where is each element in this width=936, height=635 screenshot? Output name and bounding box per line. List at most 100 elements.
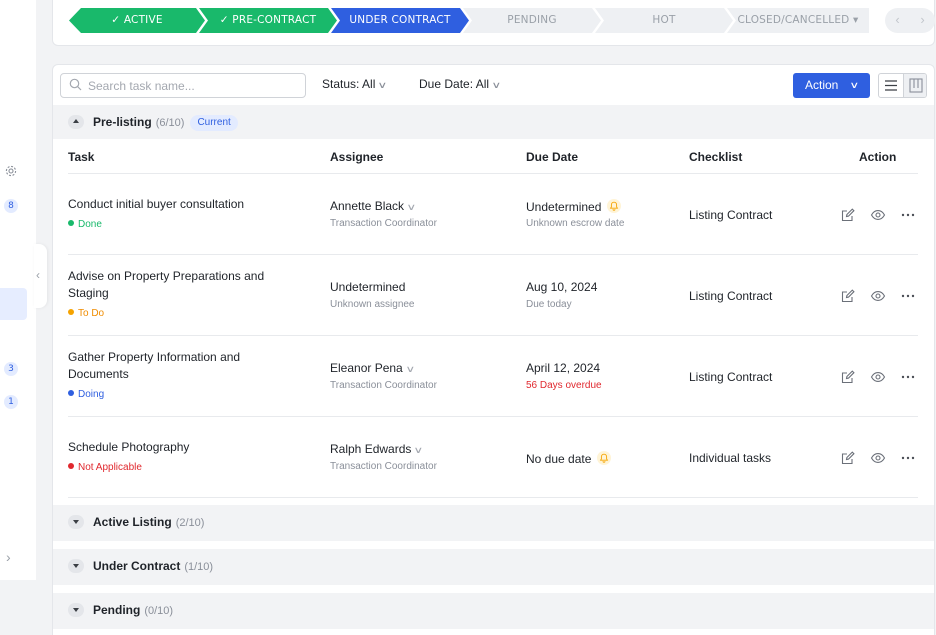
- stage-label: CLOSED/CANCELLED: [737, 14, 850, 26]
- overdue-note: 56 Days overdue: [526, 380, 602, 391]
- assignee-select[interactable]: Undetermined: [330, 280, 405, 294]
- group-title: Pre-listing (6/10) Current: [93, 115, 238, 131]
- group-name: Active Listing: [93, 515, 172, 529]
- due-date-value: April 12, 2024: [526, 361, 601, 375]
- eye-icon[interactable]: [870, 207, 886, 223]
- collapse-group-icon[interactable]: [68, 115, 84, 129]
- expand-group-icon[interactable]: [68, 603, 84, 617]
- group-header-active-listing[interactable]: Active Listing (2/10): [53, 505, 934, 541]
- status-filter[interactable]: Status: All ∨: [322, 77, 388, 91]
- current-badge: Current: [190, 115, 238, 131]
- due-date-filter[interactable]: Due Date: All ∨: [419, 77, 501, 91]
- due-filter-label: Due Date: All: [419, 77, 490, 91]
- stage-hot[interactable]: HOT: [595, 8, 733, 33]
- due-date-note: Due today: [526, 299, 572, 310]
- stage-pre-contract[interactable]: ✓ PRE-CONTRACT: [199, 8, 337, 33]
- action-button[interactable]: Action ∨: [793, 73, 870, 98]
- list-view-icon[interactable]: [879, 74, 903, 97]
- gear-icon[interactable]: [5, 165, 17, 177]
- caret-down-icon: ▾: [853, 14, 859, 26]
- checklist-name: Listing Contract: [689, 208, 773, 222]
- checklist-name: Listing Contract: [689, 370, 773, 384]
- assignee-role: Unknown assignee: [330, 299, 415, 310]
- chevron-down-icon: ∨: [377, 80, 388, 90]
- expand-group-icon[interactable]: [68, 559, 84, 573]
- more-icon[interactable]: [900, 369, 916, 385]
- due-date[interactable]: April 12, 2024: [526, 361, 600, 375]
- board-view-icon[interactable]: [903, 74, 926, 97]
- assignee-name: Ralph Edwards: [330, 442, 412, 456]
- assignee-role: Transaction Coordinator: [330, 218, 437, 229]
- more-icon[interactable]: [900, 288, 916, 304]
- more-icon[interactable]: [900, 207, 916, 223]
- group-header-pending[interactable]: Pending (0/10): [53, 593, 934, 629]
- group-name: Pre-listing: [93, 115, 152, 129]
- eye-icon[interactable]: [870, 288, 886, 304]
- task-name[interactable]: Conduct initial buyer consultation: [68, 196, 288, 213]
- table-row[interactable]: Schedule Photography Not Applicable Ralp…: [53, 417, 934, 498]
- task-name[interactable]: Schedule Photography: [68, 439, 288, 456]
- status-badge[interactable]: Done: [68, 219, 102, 231]
- table-row[interactable]: Gather Property Information and Document…: [53, 336, 934, 417]
- chevron-down-icon: ∨: [849, 80, 860, 90]
- column-checklist: Checklist: [689, 150, 743, 164]
- assignee-name: Eleanor Pena: [330, 361, 403, 375]
- stage-label: PRE-CONTRACT: [232, 14, 317, 26]
- chevron-down-icon: ∨: [413, 445, 424, 455]
- eye-icon[interactable]: [870, 369, 886, 385]
- column-action: Action: [859, 150, 897, 164]
- due-date[interactable]: Undetermined: [526, 199, 622, 214]
- check-icon: ✓: [219, 14, 229, 26]
- task-name[interactable]: Gather Property Information and Document…: [68, 349, 288, 382]
- next-stage-button[interactable]: ›: [910, 8, 935, 33]
- task-name[interactable]: Advise on Property Preparations and Stag…: [68, 268, 288, 301]
- status-badge[interactable]: Doing: [68, 389, 104, 401]
- group-header-under-contract[interactable]: Under Contract (1/10): [53, 549, 934, 585]
- row-actions: [840, 450, 920, 466]
- table-row[interactable]: Conduct initial buyer consultation Done …: [53, 174, 934, 255]
- search-input[interactable]: [88, 77, 298, 94]
- checklist-name: Listing Contract: [689, 289, 773, 303]
- prev-stage-button[interactable]: ‹: [885, 8, 910, 33]
- group-header-pre-listing[interactable]: Pre-listing (6/10) Current: [53, 105, 934, 139]
- expand-group-icon[interactable]: [68, 515, 84, 529]
- edit-icon[interactable]: [840, 288, 856, 304]
- status-dot: [68, 463, 74, 469]
- stage-stepper: ✓ ACTIVE ✓ PRE-CONTRACT UNDER CONTRACT P…: [69, 8, 935, 33]
- eye-icon[interactable]: [870, 450, 886, 466]
- bell-icon[interactable]: [597, 451, 612, 465]
- edit-icon[interactable]: [840, 207, 856, 223]
- stage-label: ACTIVE: [123, 14, 163, 26]
- stage-pending[interactable]: PENDING: [463, 8, 601, 33]
- due-date[interactable]: Aug 10, 2024: [526, 280, 597, 294]
- expand-sidebar-icon[interactable]: ›: [6, 550, 18, 564]
- search-box: [60, 73, 306, 98]
- status-filter-label: Status: All: [322, 77, 376, 91]
- due-date-value: No due date: [526, 452, 592, 466]
- stage-label: UNDER CONTRACT: [349, 14, 451, 26]
- edit-icon[interactable]: [840, 450, 856, 466]
- assignee-select[interactable]: Eleanor Pena ∨: [330, 361, 415, 375]
- stage-under-contract[interactable]: UNDER CONTRACT: [331, 8, 469, 33]
- status-badge[interactable]: Not Applicable: [68, 462, 142, 474]
- column-task: Task: [68, 150, 95, 164]
- stage-active[interactable]: ✓ ACTIVE: [69, 8, 205, 33]
- status-label: Not Applicable: [78, 462, 142, 473]
- bell-icon[interactable]: [607, 199, 622, 213]
- more-icon[interactable]: [900, 450, 916, 466]
- status-badge[interactable]: To Do: [68, 308, 104, 320]
- due-date[interactable]: No due date: [526, 451, 612, 466]
- stage-closed-cancelled[interactable]: CLOSED/CANCELLED ▾: [727, 8, 869, 33]
- toolbar: Status: All∨ Due Date: All∨ Action∨: [53, 65, 934, 105]
- collapse-sidebar-handle[interactable]: ‹: [34, 244, 47, 308]
- table-row[interactable]: Advise on Property Preparations and Stag…: [53, 255, 934, 336]
- group-name: Under Contract: [93, 559, 181, 573]
- assignee-select[interactable]: Annette Black ∨: [330, 199, 416, 213]
- assignee-select[interactable]: Ralph Edwards ∨: [330, 442, 424, 456]
- group-title: Under Contract (1/10): [93, 559, 213, 573]
- edit-icon[interactable]: [840, 369, 856, 385]
- assignee-name: Annette Black: [330, 199, 405, 213]
- sidebar-active-item[interactable]: [0, 288, 27, 320]
- sidebar-count-badge: 1: [4, 395, 18, 409]
- chevron-left-icon: ‹: [36, 268, 40, 282]
